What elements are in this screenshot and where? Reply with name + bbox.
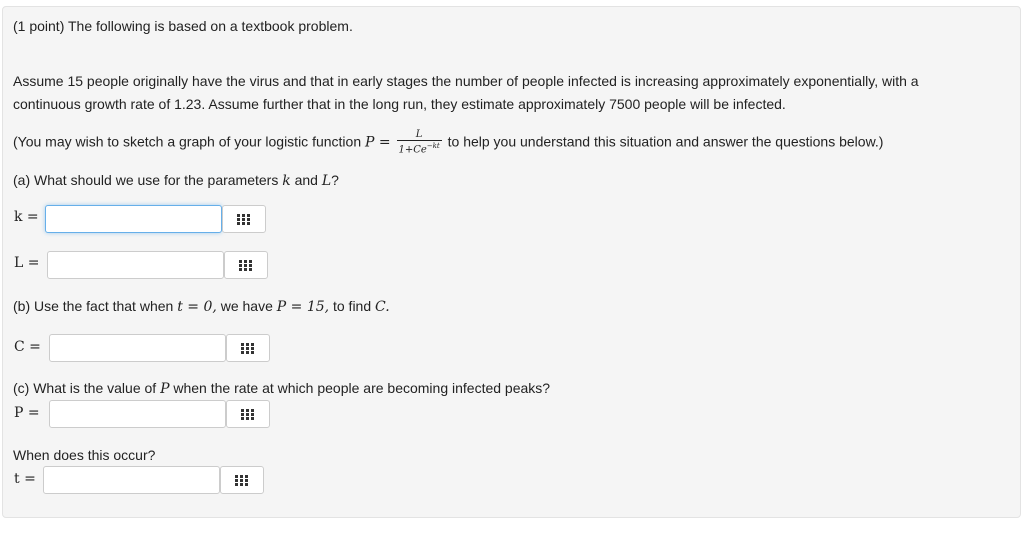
part-b-question: (b) Use the fact that when t = 0, we hav… (13, 298, 390, 315)
C-label: C = (14, 339, 41, 355)
hint-prefix: (You may wish to sketch a graph of your … (13, 133, 362, 150)
logistic-formula: L 1+Ce−kt (396, 130, 442, 156)
k-label: k = (14, 209, 39, 225)
hint-suffix: to help you understand this situation an… (447, 133, 884, 150)
part-a-question: (a) What should we use for the parameter… (13, 172, 339, 189)
part-c-question: (c) What is the value of P when the rate… (13, 380, 551, 397)
C-input[interactable] (49, 334, 226, 362)
keypad-grid-icon (237, 213, 250, 225)
C-keypad-button[interactable] (226, 334, 270, 362)
keypad-grid-icon (239, 259, 252, 271)
problem-intro-line-2: continuous growth rate of 1.23. Assume f… (13, 96, 786, 112)
formula-exponent: −kt (426, 142, 440, 150)
keypad-grid-icon (241, 408, 254, 420)
P-keypad-button[interactable] (226, 400, 270, 428)
hint-line: (You may wish to sketch a graph of your … (13, 130, 883, 155)
problem-intro-line-1: Assume 15 people originally have the vir… (13, 73, 919, 89)
keypad-grid-icon (235, 474, 248, 486)
k-keypad-button[interactable] (222, 205, 266, 233)
t-input[interactable] (43, 466, 220, 494)
when-question: When does this occur? (13, 447, 156, 463)
P-input[interactable] (49, 400, 226, 428)
L-keypad-button[interactable] (224, 251, 268, 279)
problem-panel: (1 point) The following is based on a te… (2, 6, 1021, 518)
t-keypad-button[interactable] (220, 466, 264, 494)
formula-lhs: P = (365, 134, 391, 151)
L-input[interactable] (47, 251, 224, 279)
problem-header: (1 point) The following is based on a te… (13, 18, 353, 34)
L-label: L = (14, 255, 40, 271)
keypad-grid-icon (241, 342, 254, 354)
k-input[interactable] (45, 205, 222, 233)
formula-numerator: L (396, 130, 442, 141)
formula-denominator: 1+Ce−kt (398, 142, 440, 156)
t-label: t = (14, 471, 36, 487)
P-label: P = (14, 405, 40, 421)
